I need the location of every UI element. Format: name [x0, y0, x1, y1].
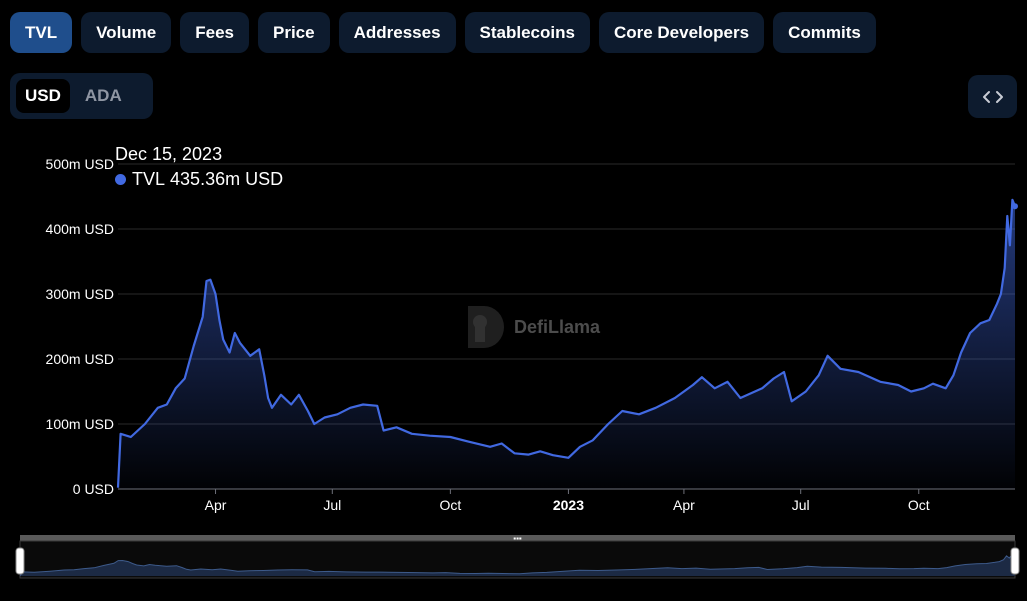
- y-tick-label: 500m USD: [46, 156, 114, 172]
- chart-tooltip: Dec 15, 2023 TVL 435.36m USD: [115, 142, 283, 192]
- tab-commits[interactable]: Commits: [773, 12, 876, 53]
- y-tick-label: 300m USD: [46, 286, 114, 302]
- tooltip-row: TVL 435.36m USD: [115, 167, 283, 192]
- tooltip-value: 435.36m USD: [170, 169, 284, 189]
- embed-button[interactable]: [968, 75, 1017, 118]
- tab-fees[interactable]: Fees: [180, 12, 249, 53]
- watermark-text: DefiLlama: [514, 316, 601, 337]
- tab-stablecoins[interactable]: Stablecoins: [464, 12, 590, 53]
- tooltip-series: TVL: [132, 169, 166, 189]
- x-tick-label: Apr: [205, 497, 227, 513]
- x-tick-label: Apr: [673, 497, 695, 513]
- x-tick-label: Jul: [792, 497, 810, 513]
- tab-tvl[interactable]: TVL: [10, 12, 73, 53]
- currency-toggle: USD ADA: [10, 73, 153, 119]
- defillama-watermark: DefiLlama: [462, 302, 600, 352]
- x-tick-label: Oct: [908, 497, 930, 513]
- currency-ada-button[interactable]: ADA: [76, 79, 131, 113]
- y-tick-label: 200m USD: [46, 351, 114, 367]
- tooltip-date: Dec 15, 2023: [115, 144, 223, 164]
- tab-volume[interactable]: Volume: [81, 12, 172, 53]
- code-brackets-icon: [982, 90, 1003, 103]
- x-tick-label: Jul: [323, 497, 341, 513]
- series-dot-icon: [115, 174, 126, 185]
- hover-point: [1012, 203, 1018, 210]
- x-tick-label: Oct: [439, 497, 461, 513]
- currency-usd-button[interactable]: USD: [16, 79, 70, 113]
- data-zoom-slider[interactable]: ▪▪▪: [0, 530, 1027, 580]
- llama-logo-icon: [468, 306, 504, 348]
- y-tick-label: 100m USD: [46, 416, 114, 432]
- tab-price[interactable]: Price: [258, 12, 330, 53]
- x-tick-label: 2023: [553, 497, 584, 513]
- slider-left-handle[interactable]: [15, 547, 25, 575]
- y-tick-label: 0 USD: [73, 481, 114, 497]
- tab-core-developers[interactable]: Core Developers: [598, 12, 765, 53]
- y-tick-label: 400m USD: [46, 221, 114, 237]
- slider-right-handle[interactable]: [1010, 547, 1020, 575]
- tab-addresses[interactable]: Addresses: [338, 12, 456, 53]
- metric-tabs: TVL Volume Fees Price Addresses Stableco…: [10, 12, 876, 53]
